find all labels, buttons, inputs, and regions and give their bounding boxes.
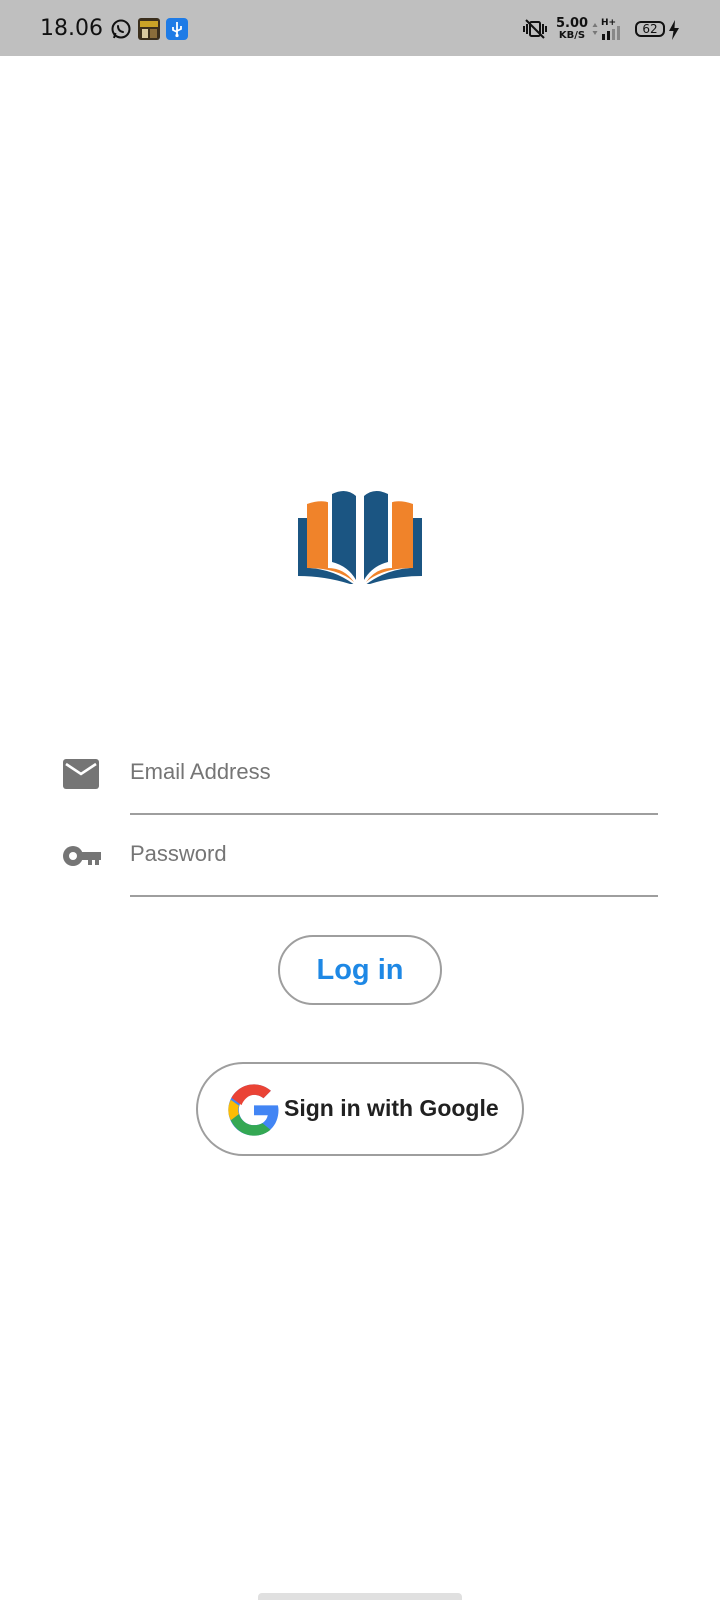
- email-field: [0, 740, 720, 820]
- game-app-icon: [138, 18, 160, 40]
- email-icon: [63, 759, 99, 789]
- login-button[interactable]: Log in: [278, 935, 442, 1005]
- signal-icon: [602, 26, 620, 40]
- key-icon: [63, 846, 101, 866]
- google-icon: [228, 1084, 279, 1136]
- vibrate-mute-icon: [523, 19, 547, 39]
- status-time: 18.06: [40, 16, 103, 41]
- password-underline: [130, 895, 658, 897]
- network-speed: 5.00 KB/S: [556, 17, 588, 41]
- usb-icon: [166, 18, 188, 40]
- password-input[interactable]: [130, 834, 658, 874]
- app-logo: [298, 490, 422, 584]
- password-field: [0, 822, 720, 902]
- charging-icon: [669, 20, 679, 40]
- google-sign-in-button[interactable]: Sign in with Google: [196, 1062, 524, 1156]
- network-speed-value: 5.00: [556, 16, 589, 31]
- email-input[interactable]: [130, 752, 658, 792]
- battery-level: 62: [642, 22, 658, 36]
- whatsapp-icon: [111, 19, 131, 39]
- login-button-label: Log in: [316, 954, 404, 986]
- email-underline: [130, 813, 658, 815]
- data-arrows-icon: [592, 23, 598, 35]
- network-speed-unit: KB/S: [558, 30, 586, 41]
- status-bar: 18.06 5.00 KB/S H+ 62: [0, 0, 720, 56]
- home-indicator[interactable]: [258, 1593, 462, 1600]
- battery-icon: 62: [635, 21, 665, 37]
- google-button-label: Sign in with Google: [284, 1095, 499, 1121]
